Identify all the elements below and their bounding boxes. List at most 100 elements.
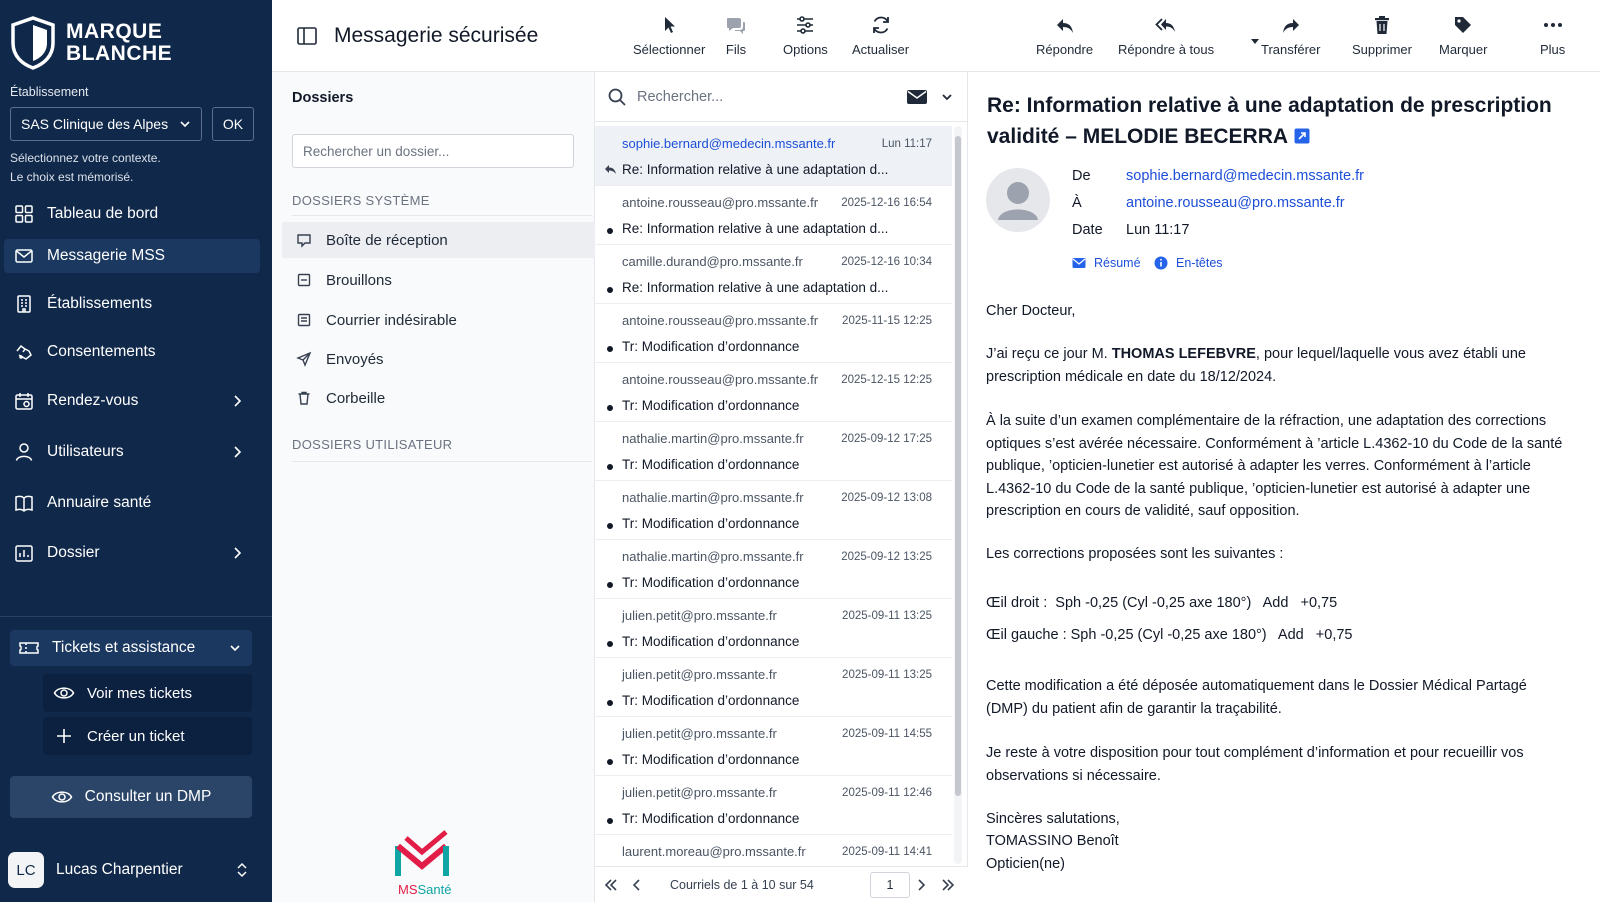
delete-label: Supprimer (1352, 42, 1412, 57)
search-icon (608, 88, 626, 106)
plus-icon (57, 729, 71, 743)
cursor-icon (665, 17, 676, 33)
message-row[interactable]: sophie.bernard@medecin.mssante.fr Lun 11:… (595, 126, 952, 186)
message-row[interactable]: camille.durand@pro.mssante.fr 2025-12-16 … (595, 244, 952, 304)
message-search[interactable]: Rechercher... (595, 72, 968, 122)
message-row[interactable]: antoine.rousseau@pro.mssante.fr 2025-12-1… (595, 362, 952, 422)
folder-trash[interactable]: Corbeille (282, 380, 595, 416)
brand-line-1: MARQUE (66, 20, 163, 43)
message-sender: julien.petit@pro.mssante.fr (622, 726, 777, 741)
reply-all-button[interactable]: Répondre à tous (1118, 14, 1214, 57)
handshake-icon (16, 344, 32, 360)
delete-button[interactable]: Supprimer (1352, 14, 1412, 57)
message-row[interactable]: antoine.rousseau@pro.mssante.fr 2025-12-1… (595, 185, 952, 245)
folder-label: Envoyés (326, 350, 384, 368)
nav-item-users[interactable]: Utilisateurs (4, 435, 260, 469)
reply-options-dropdown-icon[interactable] (1250, 38, 1260, 46)
mark-button[interactable]: Marquer (1439, 14, 1487, 57)
message-subject: Tr: Modification d’ordonnance (622, 398, 800, 413)
last-page-icon[interactable] (940, 877, 956, 893)
establishment-ok-button[interactable]: OK (212, 107, 254, 141)
more-button[interactable]: Plus (1540, 14, 1565, 57)
message-row[interactable]: nathalie.martin@pro.mssante.fr 2025-09-12… (595, 480, 952, 540)
refresh-icon (872, 16, 889, 34)
first-page-icon[interactable] (603, 877, 619, 893)
create-ticket-button[interactable]: Créer un ticket (43, 717, 252, 755)
message-row[interactable]: nathalie.martin@pro.mssante.fr 2025-09-12… (595, 539, 952, 599)
folder-drafts[interactable]: Brouillons (282, 262, 595, 298)
nav-item-messaging[interactable]: Messagerie MSS (4, 239, 260, 273)
brand-name: MARQUE BLANCHE (66, 21, 172, 65)
nav-item-health-directory[interactable]: Annuaire santé (4, 486, 260, 520)
folder-search-input[interactable]: Rechercher un dossier... (292, 134, 574, 168)
next-page-icon[interactable] (913, 877, 929, 893)
brand-logo[interactable]: MARQUE BLANCHE (10, 16, 172, 70)
headers-link[interactable]: En-têtes (1154, 256, 1223, 270)
mail-icon (15, 249, 33, 263)
message-row[interactable]: julien.petit@pro.mssante.fr 2025-09-11 13… (595, 598, 952, 658)
message-sender: nathalie.martin@pro.mssante.fr (622, 431, 804, 446)
summary-link[interactable]: Résumé (1072, 256, 1141, 270)
view-tickets-label: Voir mes tickets (87, 684, 193, 702)
threads-button[interactable]: Fils (725, 14, 747, 57)
envelope-icon (1072, 258, 1086, 268)
person-placeholder-icon (998, 182, 1038, 220)
message-search-input[interactable]: Rechercher... (637, 89, 723, 105)
forward-label: Transférer (1261, 42, 1321, 57)
message-row[interactable]: julien.petit@pro.mssante.fr 2025-09-11 14… (595, 716, 952, 776)
message-row[interactable]: antoine.rousseau@pro.mssante.fr 2025-11-1… (595, 303, 952, 363)
previous-page-icon[interactable] (629, 877, 645, 893)
signature-role: Opticien(ne) (986, 856, 1065, 872)
chevron-down-icon[interactable] (940, 90, 954, 104)
message-row[interactable]: nathalie.martin@pro.mssante.fr 2025-09-12… (595, 421, 952, 481)
message-list-pane: Sélectionner Fils Options Actualiser Rec… (595, 0, 968, 902)
tickets-menu[interactable]: Tickets et assistance (10, 630, 252, 666)
nav-label: Annuaire santé (47, 494, 152, 511)
options-button[interactable]: Options (783, 14, 828, 57)
refresh-button[interactable]: Actualiser (852, 14, 909, 57)
establishment-selected-value: SAS Clinique des Alpes (21, 116, 169, 132)
forward-icon (1282, 19, 1299, 33)
nav-item-appointments[interactable]: Rendez-vous (4, 384, 260, 418)
refresh-label: Actualiser (852, 42, 910, 57)
establishment-select[interactable]: SAS Clinique des Alpes (10, 107, 202, 141)
reply-button[interactable]: Répondre (1036, 14, 1093, 57)
folder-sent[interactable]: Envoyés (282, 341, 595, 377)
nav-label: Tableau de bord (47, 205, 159, 222)
consult-dmp-button[interactable]: Consulter un DMP (10, 776, 252, 818)
grid-icon (15, 205, 33, 223)
forward-button[interactable]: Transférer (1261, 14, 1320, 57)
to-label: À (1072, 195, 1082, 211)
from-address[interactable]: sophie.bernard@medecin.mssante.fr (1126, 168, 1364, 184)
select-button[interactable]: Sélectionner (633, 14, 705, 57)
folder-label: Courrier indésirable (326, 311, 457, 329)
folder-spam[interactable]: Courrier indésirable (282, 302, 595, 338)
nav-item-consents[interactable]: Consentements (4, 335, 260, 369)
message-row[interactable]: julien.petit@pro.mssante.fr 2025-09-11 13… (595, 657, 952, 717)
message-sender: julien.petit@pro.mssante.fr (622, 667, 777, 682)
nav-label: Dossier (47, 544, 100, 561)
message-list-scrollbar[interactable] (954, 126, 962, 864)
nav-item-dashboard[interactable]: Tableau de bord (4, 197, 260, 231)
to-address[interactable]: antoine.rousseau@pro.mssante.fr (1126, 195, 1345, 211)
right-eye-correction: Œil droit : Sph -0,25 (Cyl -0,25 axe 180… (986, 595, 1338, 611)
folder-label: Corbeille (326, 389, 386, 407)
view-tickets-button[interactable]: Voir mes tickets (43, 674, 252, 712)
user-menu[interactable]: LC Lucas Charpentier (8, 850, 260, 890)
scrollbar-thumb[interactable] (955, 136, 961, 796)
nav-item-record[interactable]: Dossier (4, 536, 260, 570)
trash-icon (1374, 16, 1389, 34)
envelope-filter-icon[interactable] (906, 88, 928, 106)
patient-name: THOMAS LEFEBVRE (1111, 346, 1256, 362)
open-external-icon[interactable] (1294, 128, 1310, 144)
message-subject: Tr: Modification d’ordonnance (622, 811, 800, 826)
folders-header: Messagerie sécurisée (272, 0, 595, 72)
sender-avatar (986, 168, 1050, 232)
page-number-input[interactable]: 1 (870, 872, 910, 898)
establishment-help-line-1: Sélectionnez votre contexte. (10, 151, 161, 165)
message-sender: antoine.rousseau@pro.mssante.fr (622, 372, 819, 387)
toggle-sidebar-icon[interactable] (296, 26, 318, 46)
message-row[interactable]: julien.petit@pro.mssante.fr 2025-09-11 12… (595, 775, 952, 835)
folder-inbox[interactable]: Boîte de réception (282, 222, 595, 258)
nav-item-establishments[interactable]: Établissements (4, 287, 260, 321)
